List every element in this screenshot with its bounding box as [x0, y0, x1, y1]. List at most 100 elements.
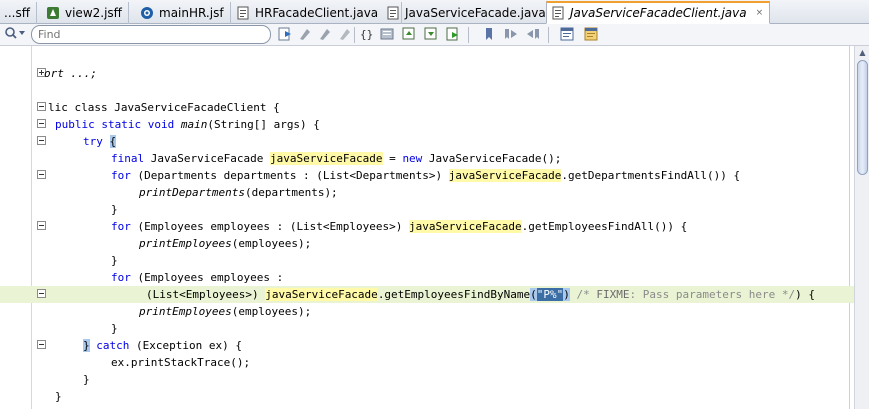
tab-javaservicefacade-java[interactable]: JavaServiceFacade.java × — [382, 2, 570, 24]
code-text: } — [55, 390, 62, 403]
uncomment-button[interactable] — [582, 26, 600, 44]
bookmark-button[interactable] — [480, 26, 498, 44]
code-text: final JavaServiceFacade javaServiceFacad… — [111, 152, 562, 165]
code-text: printEmployees(employees); — [139, 237, 312, 250]
search-options-button[interactable] — [4, 26, 30, 43]
collapse-icon[interactable] — [37, 102, 46, 111]
structure-up-icon — [401, 26, 417, 45]
import-text: ort ...; — [44, 67, 97, 80]
java-file-icon — [386, 6, 400, 20]
reformat-button[interactable] — [378, 26, 396, 44]
toggle-previous-icon — [297, 26, 313, 45]
toggle-next-icon — [317, 26, 333, 45]
collapse-icon[interactable] — [37, 136, 46, 145]
editor-tab-strip: ...sff view2.jsff mainHR.jsf HRFacadeCli… — [0, 0, 869, 24]
code-text: (List<Employees>) javaServiceFacade.getE… — [146, 288, 815, 301]
tab-label: JavaServiceFacade.java — [405, 6, 546, 20]
collapse-icon[interactable] — [37, 289, 46, 298]
editor-toolbar: {} — [0, 24, 869, 46]
code-line[interactable]: } — [0, 252, 854, 269]
code-line[interactable]: } — [0, 201, 854, 218]
structure-down-button[interactable] — [422, 26, 440, 44]
code-line-catch[interactable]: } catch (Exception ex) { — [0, 337, 854, 354]
code-line-import[interactable]: ort ...; — [0, 65, 854, 82]
collapse-icon[interactable] — [37, 221, 46, 230]
java-file-icon — [236, 6, 250, 20]
bookmark-next-button[interactable] — [502, 26, 520, 44]
tab-sff[interactable]: ...sff — [0, 2, 37, 24]
code-line[interactable]: for (Departments departments : (List<Dep… — [0, 167, 854, 184]
code-editor[interactable]: ort ...; lic class JavaServiceFacadeClie… — [0, 46, 854, 409]
code-text: ex.printStackTrace(); — [111, 356, 251, 369]
code-text: for (Departments departments : (List<Dep… — [111, 169, 741, 182]
java-file-icon — [551, 6, 565, 20]
toolbar-separator — [548, 27, 549, 43]
toggle-braces-button[interactable]: {} — [358, 26, 376, 44]
code-line[interactable]: printDepartments(departments); — [0, 184, 854, 201]
collapse-icon[interactable] — [37, 340, 46, 349]
tab-label: JavaServiceFacadeClient.java — [570, 6, 747, 20]
code-text: } — [111, 254, 118, 267]
tab-label: mainHR.jsf — [159, 6, 224, 20]
vertical-scrollbar[interactable]: ▲ — [854, 46, 869, 409]
bookmark-previous-icon — [525, 26, 541, 45]
code-line[interactable]: printEmployees(employees); — [0, 303, 854, 320]
code-text: } — [111, 203, 118, 216]
toggle-selection-icon — [337, 26, 353, 45]
code-line[interactable]: for (Employees employees : (List<Employe… — [0, 218, 854, 235]
bookmark-previous-button[interactable] — [524, 26, 542, 44]
code-text: ort ...; — [44, 66, 97, 81]
go-to-source-icon — [277, 26, 293, 45]
code-line[interactable]: final JavaServiceFacade javaServiceFacad… — [0, 150, 854, 167]
toggle-next-button[interactable] — [316, 26, 334, 44]
tab-view2-jsff[interactable]: view2.jsff — [42, 2, 129, 24]
run-to-cursor-icon — [445, 26, 461, 45]
reformat-icon — [379, 26, 395, 45]
find-input[interactable] — [38, 27, 266, 42]
code-line[interactable]: } — [0, 320, 854, 337]
tab-mainhr-jsf[interactable]: mainHR.jsf — [136, 2, 231, 24]
structure-up-button[interactable] — [400, 26, 418, 44]
collapse-icon[interactable] — [37, 170, 46, 179]
code-line-current[interactable]: (List<Employees>) javaServiceFacade.getE… — [0, 286, 854, 303]
block-comment-button[interactable] — [558, 26, 576, 44]
code-line[interactable]: } — [0, 371, 854, 388]
scroll-up-icon[interactable]: ▲ — [857, 47, 868, 59]
code-text: } catch (Exception ex) { — [83, 339, 242, 352]
toggle-selection-button[interactable] — [336, 26, 354, 44]
tab-javaservicefacadeclient-java[interactable]: JavaServiceFacadeClient.java × — [546, 1, 771, 24]
search-icon — [4, 26, 26, 43]
tab-hrfacadeclient-java[interactable]: HRFacadeClient.java × — [232, 2, 402, 24]
code-line-try[interactable]: try { — [0, 133, 854, 150]
bookmark-next-icon — [503, 26, 519, 45]
code-text: for (Employees employees : — [111, 271, 284, 284]
code-text: for (Employees employees : (List<Employe… — [111, 220, 688, 233]
go-to-source-button[interactable] — [276, 26, 294, 44]
code-line[interactable]: ex.printStackTrace(); — [0, 354, 854, 371]
code-text: printEmployees(employees); — [139, 305, 312, 318]
code-text: } — [83, 373, 90, 386]
tab-label: HRFacadeClient.java — [255, 6, 379, 20]
close-icon[interactable]: × — [756, 8, 764, 18]
toolbar-separator — [354, 27, 355, 43]
structure-down-icon — [423, 26, 439, 45]
code-line[interactable]: for (Employees employees : — [0, 269, 854, 286]
toolbar-separator — [468, 27, 469, 43]
code-line-main[interactable]: public static void main(String[] args) { — [0, 116, 854, 133]
selected-text: "P%" — [536, 288, 564, 301]
toggle-previous-button[interactable] — [296, 26, 314, 44]
jsf-file-icon — [140, 6, 154, 20]
code-text: } — [111, 322, 118, 335]
code-line[interactable]: printEmployees(employees); — [0, 235, 854, 252]
find-field[interactable] — [31, 25, 271, 44]
bookmark-icon — [481, 26, 497, 45]
collapse-icon[interactable] — [37, 119, 46, 128]
code-line[interactable]: } — [0, 388, 854, 405]
scrollbar-thumb[interactable] — [857, 60, 868, 175]
run-to-cursor-button[interactable] — [444, 26, 462, 44]
code-line-class[interactable]: lic class JavaServiceFacadeClient { — [0, 99, 854, 116]
code-text: printDepartments(departments); — [139, 186, 338, 199]
code-text: lic class JavaServiceFacadeClient { — [48, 101, 280, 114]
code-text: public static void main(String[] args) { — [55, 118, 320, 131]
jsff-file-icon — [46, 6, 60, 20]
